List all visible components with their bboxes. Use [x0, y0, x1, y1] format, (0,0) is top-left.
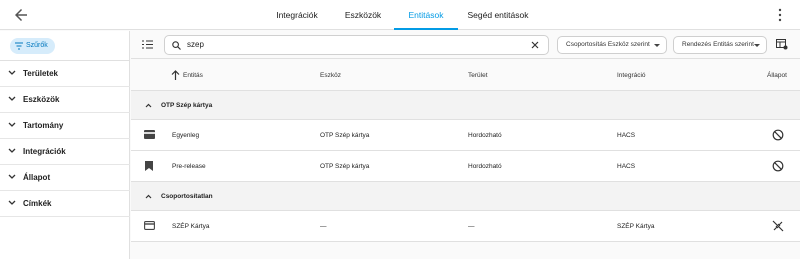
tab-integrations[interactable]: Integrációk: [262, 0, 332, 30]
section-label: Integrációk: [23, 147, 66, 156]
sort-by-dropdown[interactable]: Rendezés Entitás szerint: [673, 36, 767, 54]
entity-name: SZÉP Kártya: [172, 223, 210, 230]
chevron-up-icon: [145, 194, 152, 199]
group-by-label: Csoportosítás Eszköz szerint: [566, 41, 650, 48]
chevron-down-icon: [8, 122, 16, 127]
column-header-entity[interactable]: Entitás: [183, 60, 203, 91]
section-label: Címkék: [23, 199, 52, 208]
chevron-up-icon: [145, 103, 152, 108]
chevron-down-icon: [8, 96, 16, 101]
sidebar-section-integrations[interactable]: Integrációk: [0, 139, 130, 165]
filters-chip[interactable]: Szűrők: [10, 38, 55, 54]
filter-header: Szűrők: [0, 31, 130, 61]
back-arrow-icon[interactable]: [12, 6, 30, 24]
filter-sidebar: Szűrők Területek Eszközök Tartomány Inte…: [0, 31, 130, 259]
table-row[interactable]: Egyenleg OTP Szép kártya Hordozható HACS: [131, 120, 800, 151]
search-icon: [172, 41, 181, 50]
sidebar-section-status[interactable]: Állapot: [0, 165, 130, 191]
group-title: OTP Szép kártya: [161, 102, 213, 109]
integration-name: SZÉP Kártya: [617, 223, 655, 230]
column-header-area[interactable]: Terület: [468, 60, 488, 91]
section-label: Területek: [23, 69, 58, 78]
section-label: Állapot: [23, 173, 51, 182]
filters-chip-label: Szűrők: [26, 42, 48, 49]
group-header[interactable]: Csoportosítatlan: [131, 182, 800, 211]
search-field[interactable]: szep: [164, 35, 549, 55]
section-label: Tartomány: [23, 121, 64, 130]
credit-card-icon: [144, 130, 155, 139]
table-settings-icon[interactable]: [776, 39, 788, 50]
area-name: Hordozható: [468, 163, 502, 170]
selection-mode-icon[interactable]: [142, 39, 153, 50]
area-name: —: [468, 223, 475, 230]
entity-name: Egyenleg: [172, 132, 200, 139]
sidebar-section-labels[interactable]: Címkék: [0, 191, 130, 217]
chevron-down-icon: [8, 174, 16, 179]
integration-name: HACS: [617, 163, 636, 170]
sidebar-section-domains[interactable]: Tartomány: [0, 113, 130, 139]
sidebar-section-devices[interactable]: Eszközök: [0, 87, 130, 113]
device-name: OTP Szép kártya: [320, 132, 370, 139]
column-header-integration[interactable]: Integráció: [617, 60, 646, 91]
table-row[interactable]: SZÉP Kártya — — SZÉP Kártya: [131, 211, 800, 242]
bookmark-icon: [145, 161, 153, 171]
device-name: —: [320, 223, 327, 230]
entity-name: Pre-release: [172, 163, 206, 170]
caret-down-icon: [654, 44, 660, 47]
group-by-dropdown[interactable]: Csoportosítás Eszköz szerint: [557, 36, 667, 54]
top-app-bar: Integrációk Eszközök Entitások Segéd ent…: [0, 0, 800, 30]
chevron-down-icon: [8, 148, 16, 153]
sort-ascending-icon[interactable]: [171, 70, 180, 80]
area-name: Hordozható: [468, 132, 502, 139]
credit-card-outline-icon: [144, 221, 155, 230]
table-row[interactable]: Pre-release OTP Szép kártya Hordozható H…: [131, 151, 800, 182]
table-toolbar: szep Csoportosítás Eszköz szerint Rendez…: [131, 31, 800, 59]
unavailable-icon: [772, 220, 784, 232]
chevron-down-icon: [8, 200, 16, 205]
disabled-icon: [772, 129, 784, 141]
sort-by-label: Rendezés Entitás szerint: [682, 41, 754, 48]
clear-search-icon[interactable]: [531, 41, 539, 49]
device-name: OTP Szép kártya: [320, 163, 370, 170]
column-header-device[interactable]: Eszköz: [320, 60, 341, 91]
chevron-down-icon: [8, 70, 16, 75]
tab-helpers[interactable]: Segéd entitások: [458, 0, 538, 30]
group-header[interactable]: OTP Szép kártya: [131, 91, 800, 120]
group-title: Csoportosítatlan: [161, 193, 213, 200]
more-vert-icon[interactable]: [775, 7, 785, 23]
search-input[interactable]: szep: [187, 36, 204, 54]
section-label: Eszközök: [23, 95, 60, 104]
entities-main: szep Csoportosítás Eszköz szerint Rendez…: [131, 31, 800, 259]
disabled-icon: [772, 160, 784, 172]
tab-entities[interactable]: Entitások: [394, 0, 458, 30]
table-header: Entitás Eszköz Terület Integráció Állapo…: [131, 60, 800, 91]
column-header-status[interactable]: Állapot: [767, 60, 787, 91]
tab-devices[interactable]: Eszközök: [332, 0, 394, 30]
filter-icon: [15, 42, 23, 50]
caret-down-icon: [754, 44, 760, 47]
sidebar-section-areas[interactable]: Területek: [0, 61, 130, 87]
integration-name: HACS: [617, 132, 636, 139]
